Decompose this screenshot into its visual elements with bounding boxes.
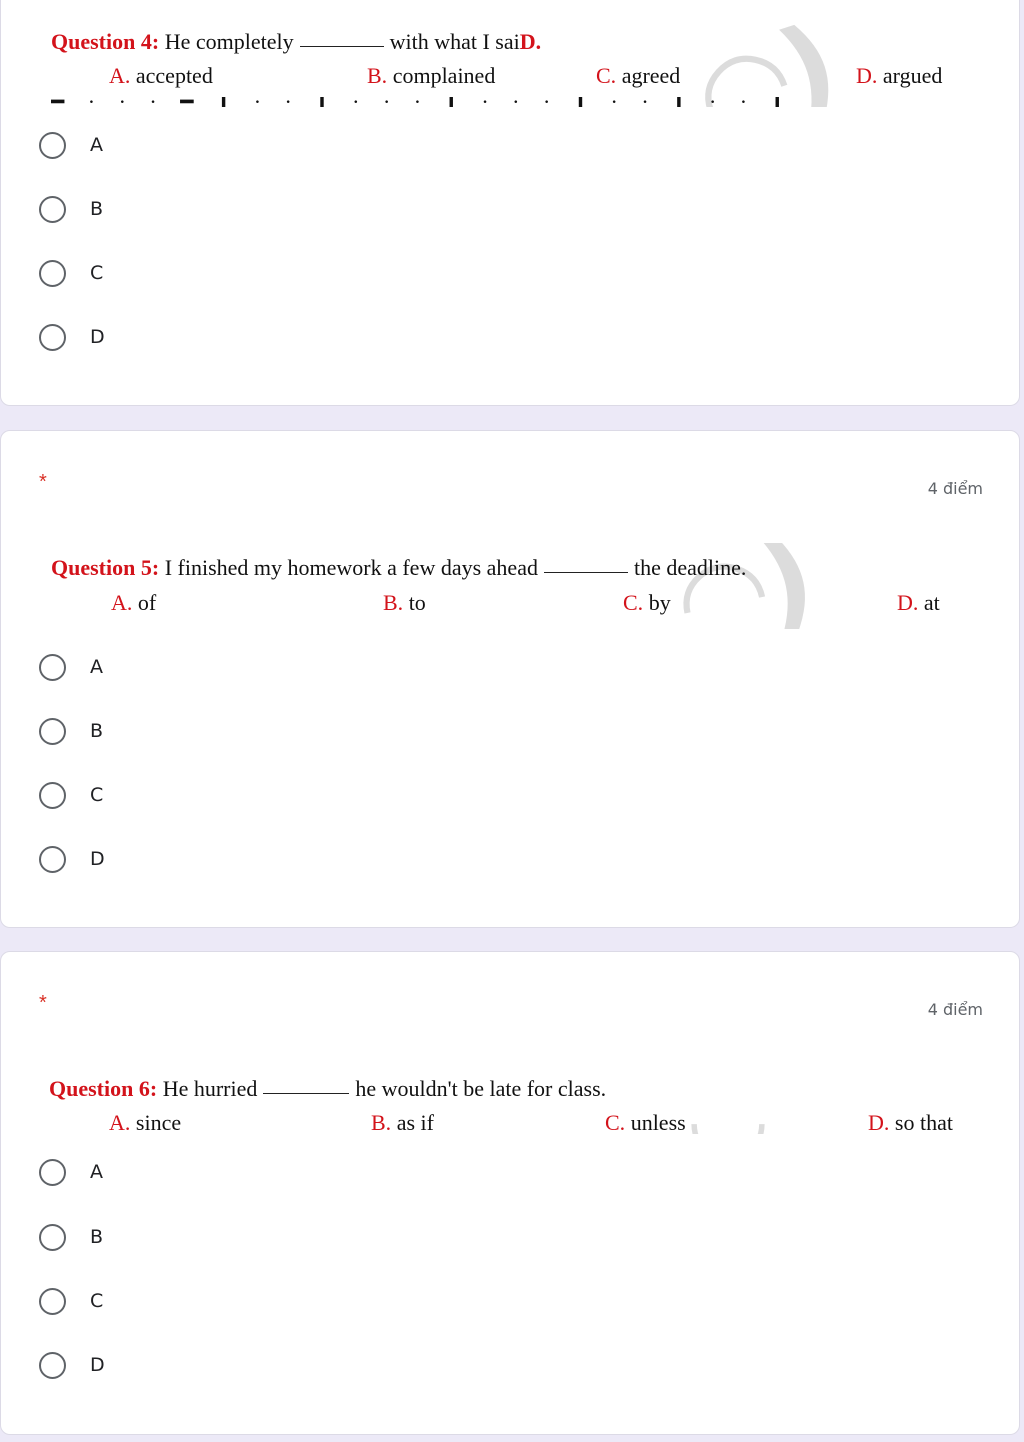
radio-button[interactable] <box>39 195 66 223</box>
option-d: D. at <box>897 590 940 615</box>
question-image: ◡ Question 6: He hurried he wouldn't be l… <box>1 1064 1019 1134</box>
question-image: ◠) Question 5: I finished my homework a … <box>1 543 1019 629</box>
option-b: B. as if <box>371 1110 434 1134</box>
question-text: Question 6: He hurried he wouldn't be lat… <box>49 1076 606 1102</box>
choice-c[interactable]: C <box>39 778 103 812</box>
watermark-logo: ◡ <box>691 1064 765 1134</box>
cut-off-next-line: ━ · · · ━ ┃ · · ┃ · · · ┃ · · · ┃ · · ┃ … <box>51 97 811 107</box>
option-c: C. agreed <box>596 63 681 88</box>
answer-blank <box>263 1093 350 1094</box>
required-asterisk: * <box>39 992 47 1014</box>
question-text-after: with what I sai <box>389 29 520 54</box>
question-text: Question 5: I finished my homework a few… <box>51 555 746 581</box>
question-text-after: he wouldn't be late for class. <box>355 1076 607 1101</box>
question-image: ◠) Question 4: He completely with what I … <box>1 19 1019 107</box>
choice-d[interactable]: D <box>39 1348 105 1382</box>
question-text-before: He hurried <box>162 1076 258 1101</box>
radio-button[interactable] <box>39 717 66 745</box>
choice-a[interactable]: A <box>39 1155 103 1189</box>
option-a: A. since <box>109 1110 182 1134</box>
radio-button[interactable] <box>39 845 66 873</box>
question-text-before: I finished my homework a few days ahead <box>164 555 538 580</box>
radio-button[interactable] <box>39 1158 66 1186</box>
option-d: D. argued <box>856 63 943 88</box>
choice-b[interactable]: B <box>39 1220 103 1254</box>
question-text: Question 4: He completely with what I sai… <box>51 29 541 55</box>
choice-c[interactable]: C <box>39 1284 103 1318</box>
watermark-logo: ◠) <box>684 19 853 107</box>
option-d: D. so that <box>868 1110 953 1134</box>
option-b: B. complained <box>367 63 496 88</box>
choice-a[interactable]: A <box>39 128 103 162</box>
choice-d[interactable]: D <box>39 842 105 876</box>
radio-button[interactable] <box>39 131 66 159</box>
option-c: C. by <box>623 590 671 615</box>
required-asterisk: * <box>39 471 47 493</box>
question-label: Question 6: <box>49 1076 158 1101</box>
points-label: 4 điểm <box>927 479 983 498</box>
radio-button[interactable] <box>39 781 66 809</box>
question-label: Question 4: <box>51 29 160 54</box>
radio-button[interactable] <box>39 1287 66 1315</box>
option-a: A. of <box>111 590 157 615</box>
question-card-6: * 4 điểm ◡ Question 6: He hurried he woul… <box>0 951 1020 1435</box>
radio-button[interactable] <box>39 323 66 351</box>
question-card-4: ◠) Question 4: He completely with what I … <box>0 0 1020 406</box>
radio-button[interactable] <box>39 1351 66 1379</box>
question-label: Question 5: <box>51 555 160 580</box>
option-b: B. to <box>383 590 426 615</box>
question-card-5: * 4 điểm ◠) Question 5: I finished my ho… <box>0 430 1020 928</box>
option-a: A. accepted <box>109 63 213 88</box>
question-text-before: He completely <box>164 29 294 54</box>
radio-button[interactable] <box>39 653 66 681</box>
question-text-tail: D. <box>519 29 542 54</box>
answer-blank <box>299 46 384 47</box>
question-text-after: the deadline. <box>633 555 747 580</box>
radio-button[interactable] <box>39 259 66 287</box>
choice-b[interactable]: B <box>39 192 103 226</box>
choice-b[interactable]: B <box>39 714 103 748</box>
answer-blank <box>543 572 628 573</box>
points-label: 4 điểm <box>927 1000 983 1019</box>
radio-button[interactable] <box>39 1223 66 1251</box>
choice-c[interactable]: C <box>39 256 103 290</box>
option-c: C. unless <box>605 1110 686 1134</box>
choice-a[interactable]: A <box>39 650 103 684</box>
choice-d[interactable]: D <box>39 320 105 354</box>
